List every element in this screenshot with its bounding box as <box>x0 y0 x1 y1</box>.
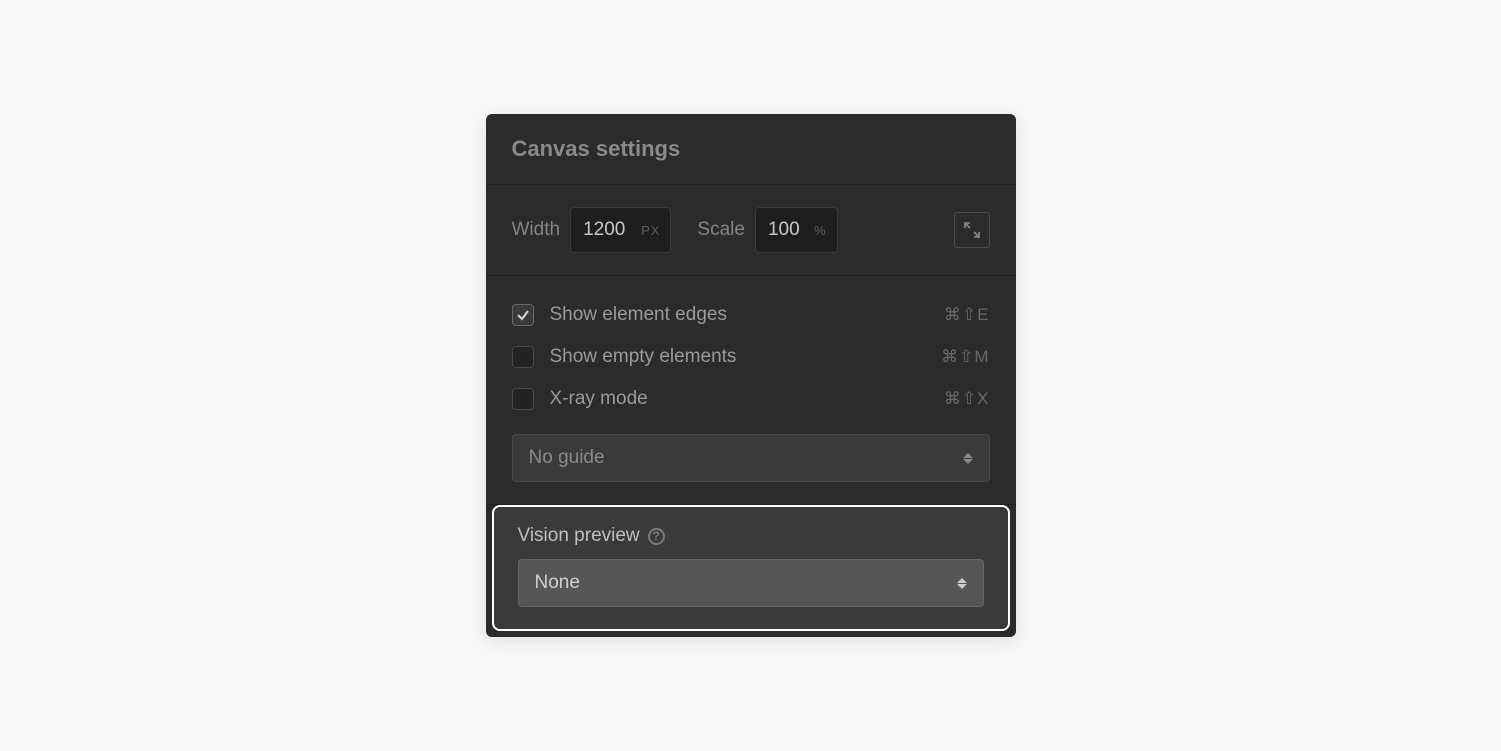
expand-icon <box>963 221 981 239</box>
width-field[interactable]: PX <box>570 207 671 253</box>
guide-select-value: No guide <box>529 447 963 469</box>
xray-row: X-ray mode ⌘⇧X <box>512 378 990 420</box>
select-caret-icon <box>957 578 967 589</box>
width-unit: PX <box>641 223 660 238</box>
scale-unit: % <box>814 223 827 238</box>
show-empty-shortcut: ⌘⇧M <box>941 347 989 367</box>
xray-label: X-ray mode <box>550 388 944 410</box>
vision-preview-heading: Vision preview ? <box>518 525 984 547</box>
vision-preview-select[interactable]: None <box>518 559 984 607</box>
show-edges-row: Show element edges ⌘⇧E <box>512 294 990 336</box>
vision-preview-section: Vision preview ? None <box>492 505 1010 631</box>
guide-select[interactable]: No guide <box>512 434 990 482</box>
show-edges-label: Show element edges <box>550 304 944 326</box>
show-empty-label: Show empty elements <box>550 346 942 368</box>
width-label: Width <box>512 219 561 241</box>
vision-preview-label: Vision preview <box>518 525 640 547</box>
scale-field[interactable]: % <box>755 207 838 253</box>
panel-title: Canvas settings <box>512 136 990 162</box>
show-empty-row: Show empty elements ⌘⇧M <box>512 336 990 378</box>
show-edges-shortcut: ⌘⇧E <box>944 305 990 325</box>
canvas-settings-panel: Canvas settings Width PX Scale % Show el… <box>486 114 1016 637</box>
xray-shortcut: ⌘⇧X <box>944 389 990 409</box>
show-empty-checkbox[interactable] <box>512 346 534 368</box>
help-icon[interactable]: ? <box>648 528 665 545</box>
dimensions-row: Width PX Scale % <box>486 185 1016 276</box>
scale-label: Scale <box>697 219 745 241</box>
xray-checkbox[interactable] <box>512 388 534 410</box>
show-edges-checkbox[interactable] <box>512 304 534 326</box>
select-caret-icon <box>963 453 973 464</box>
expand-button[interactable] <box>954 212 990 248</box>
scale-input[interactable] <box>756 219 814 241</box>
panel-header: Canvas settings <box>486 114 1016 185</box>
width-input[interactable] <box>571 219 641 241</box>
view-options-section: Show element edges ⌘⇧E Show empty elemen… <box>486 276 1016 505</box>
vision-preview-value: None <box>535 572 957 594</box>
